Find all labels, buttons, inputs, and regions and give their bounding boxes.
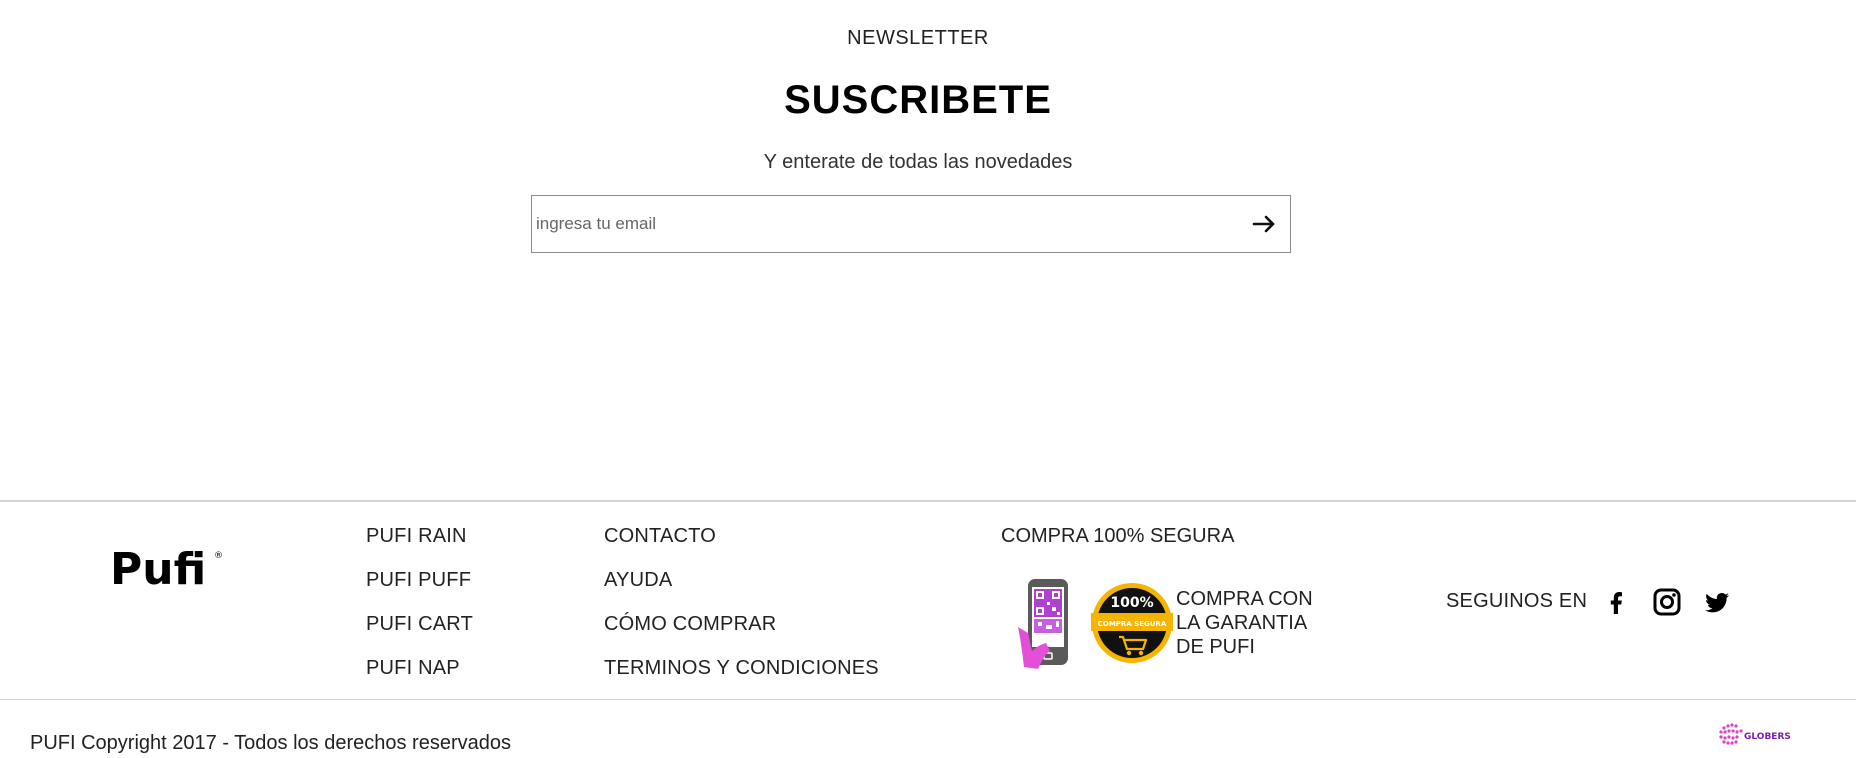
newsletter-section: NEWSLETTER SUSCRIBETE Y enterate de toda…: [0, 0, 1856, 500]
twitter-icon: [1705, 593, 1729, 613]
badge-percent: 100%: [1110, 595, 1153, 611]
footer-link-pufi-rain[interactable]: PUFI RAIN: [366, 514, 473, 558]
registered-mark: ®: [214, 551, 223, 561]
badge-label: COMPRA SEGURA: [1098, 620, 1167, 628]
newsletter-subtitle: Y enterate de todas las novedades: [763, 151, 1073, 173]
pufi-logo[interactable]: Pufi ®: [110, 542, 230, 595]
facebook-link[interactable]: [1601, 586, 1633, 618]
newsletter-title: SUSCRIBETE: [784, 78, 1052, 122]
facebook-icon: [1610, 592, 1622, 614]
footer-link-pufi-cart[interactable]: PUFI CART: [366, 602, 473, 646]
globers-logo-image: GLOBERS: [1719, 723, 1791, 745]
footer-link-como-comprar[interactable]: CÓMO COMPRAR: [604, 602, 879, 646]
footer-link-ayuda[interactable]: AYUDA: [604, 558, 879, 602]
footer-link-terminos[interactable]: TERMINOS Y CONDICIONES: [604, 646, 879, 690]
newsletter-form: [531, 195, 1291, 253]
follow-us-label: SEGUINOS EN: [1446, 590, 1588, 612]
copyright-text: PUFI Copyright 2017 - Todos los derechos…: [30, 732, 511, 754]
instagram-link[interactable]: [1651, 586, 1683, 618]
guarantee-text: COMPRA CON LA GARANTIA DE PUFI: [1176, 587, 1336, 659]
twitter-link[interactable]: [1701, 586, 1733, 618]
secure-purchase-badge: 100% COMPRA SEGURA: [1091, 583, 1173, 663]
secure-purchase-title: COMPRA 100% SEGURA: [1001, 525, 1235, 547]
products-menu: PUFI RAIN PUFI PUFF PUFI CART PUFI NAP: [366, 514, 473, 690]
logo-wordmark: Pufi: [110, 544, 206, 592]
guarantee-line-2: LA GARANTIA: [1176, 612, 1308, 634]
pufi-logo-image: Pufi ®: [110, 544, 223, 595]
guarantee-line-3: DE PUFI: [1176, 636, 1255, 658]
globers-logo-text: GLOBERS: [1744, 732, 1791, 742]
email-input[interactable]: [532, 196, 1222, 252]
subscribe-button[interactable]: [1246, 208, 1280, 240]
guarantee-line-1: COMPRA CON: [1176, 588, 1313, 610]
site-footer: Pufi ® PUFI RAIN PUFI PUFF PUFI CART PUF…: [0, 500, 1856, 700]
footer-link-pufi-puff[interactable]: PUFI PUFF: [366, 558, 473, 602]
info-menu: CONTACTO AYUDA CÓMO COMPRAR TERMINOS Y C…: [604, 514, 879, 690]
instagram-icon: [1653, 588, 1681, 616]
footer-bottom-bar: PUFI Copyright 2017 - Todos los derechos…: [0, 700, 1856, 758]
footer-link-pufi-nap[interactable]: PUFI NAP: [366, 646, 473, 690]
qr-phone-icon: [1018, 579, 1068, 669]
globers-credit-logo[interactable]: GLOBERS: [1716, 720, 1808, 748]
footer-link-contacto[interactable]: CONTACTO: [604, 514, 879, 558]
newsletter-kicker: NEWSLETTER: [847, 27, 989, 49]
arrow-right-icon: [1252, 215, 1275, 233]
